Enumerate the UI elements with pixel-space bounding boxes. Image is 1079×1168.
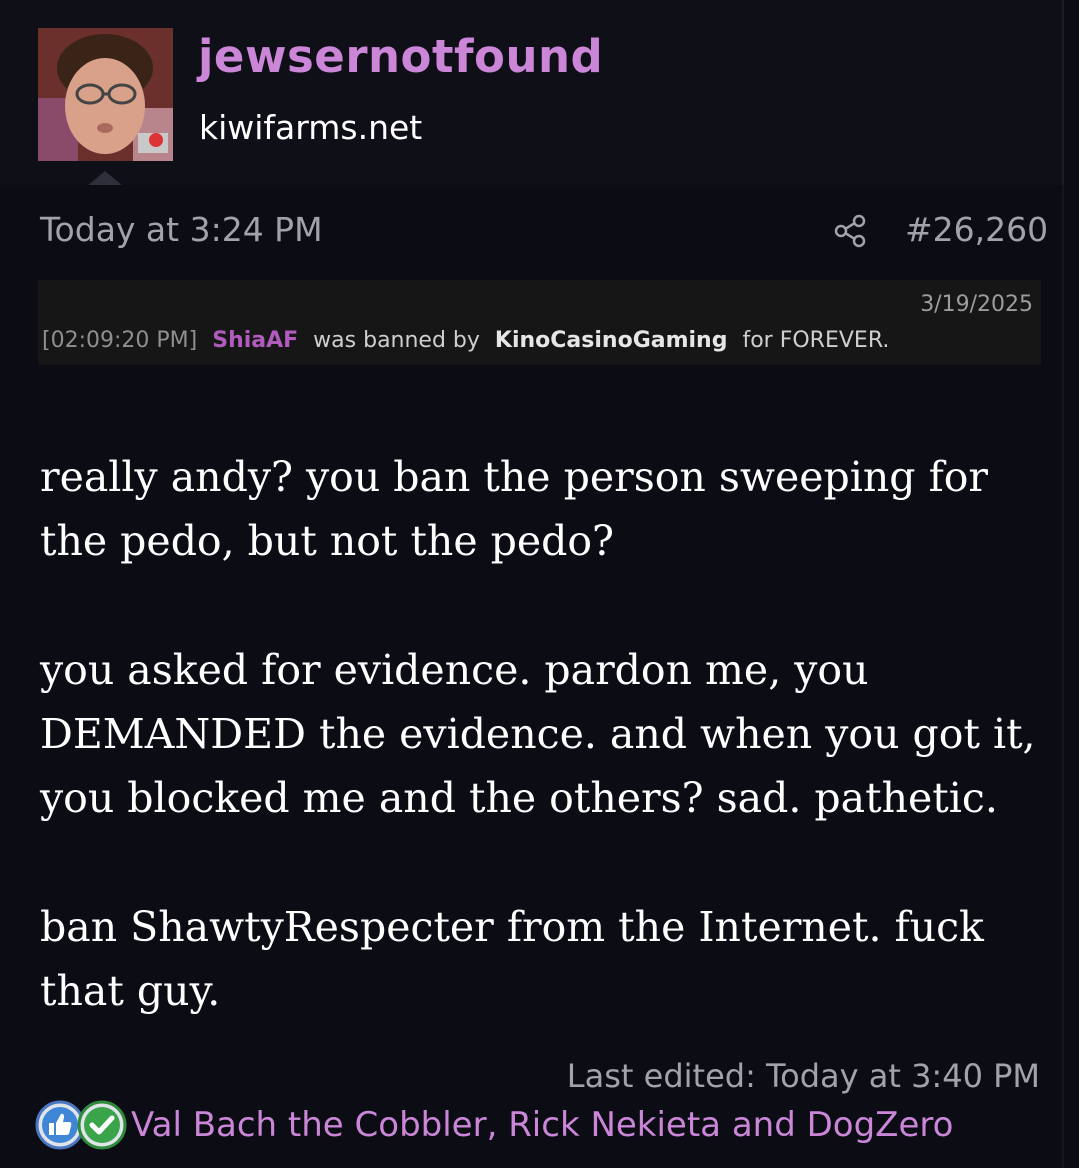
post-site: kiwifarms.net xyxy=(199,108,423,147)
reaction-users[interactable]: Val Bach the Cobbler, Rick Nekieta and D… xyxy=(131,1105,953,1145)
ban-log-date: 3/19/2025 xyxy=(920,292,1033,317)
message-paragraph: you asked for evidence. pardon me, you D… xyxy=(40,646,1036,822)
message-paragraph: ban ShawtyRespecter from the Internet. f… xyxy=(40,903,984,1015)
post-header: jewsernotfound kiwifarms.net xyxy=(0,0,1064,187)
last-edited-label[interactable]: Last edited: Today at 3:40 PM xyxy=(567,1057,1040,1095)
ban-log-action: was banned by xyxy=(313,328,480,353)
checkmark-icon xyxy=(77,1100,127,1150)
ban-log-image: 3/19/2025 [02:09:20 PM] ShiaAF was banne… xyxy=(38,280,1041,365)
ban-log-duration: for FOREVER. xyxy=(742,328,890,353)
ban-log-banned-user: ShiaAF xyxy=(212,328,299,353)
share-icon[interactable] xyxy=(832,213,868,249)
post-container: jewsernotfound kiwifarms.net Today at 3:… xyxy=(0,0,1079,1168)
avatar[interactable] xyxy=(38,28,173,161)
ban-log-time: [02:09:20 PM] xyxy=(42,328,198,353)
post-username[interactable]: jewsernotfound xyxy=(198,30,603,83)
message-paragraph: really andy? you ban the person sweeping… xyxy=(40,453,989,565)
post-message: really andy? you ban the person sweeping… xyxy=(40,445,1040,1088)
ban-log-moderator: KinoCasinoGaming xyxy=(494,328,728,353)
reactions-bar[interactable]: Val Bach the Cobbler, Rick Nekieta and D… xyxy=(35,1097,953,1153)
post-number-link[interactable]: #26,260 xyxy=(905,210,1048,249)
post-timestamp[interactable]: Today at 3:24 PM xyxy=(40,210,323,249)
ban-log-line: [02:09:20 PM] ShiaAF was banned by KinoC… xyxy=(42,328,889,353)
